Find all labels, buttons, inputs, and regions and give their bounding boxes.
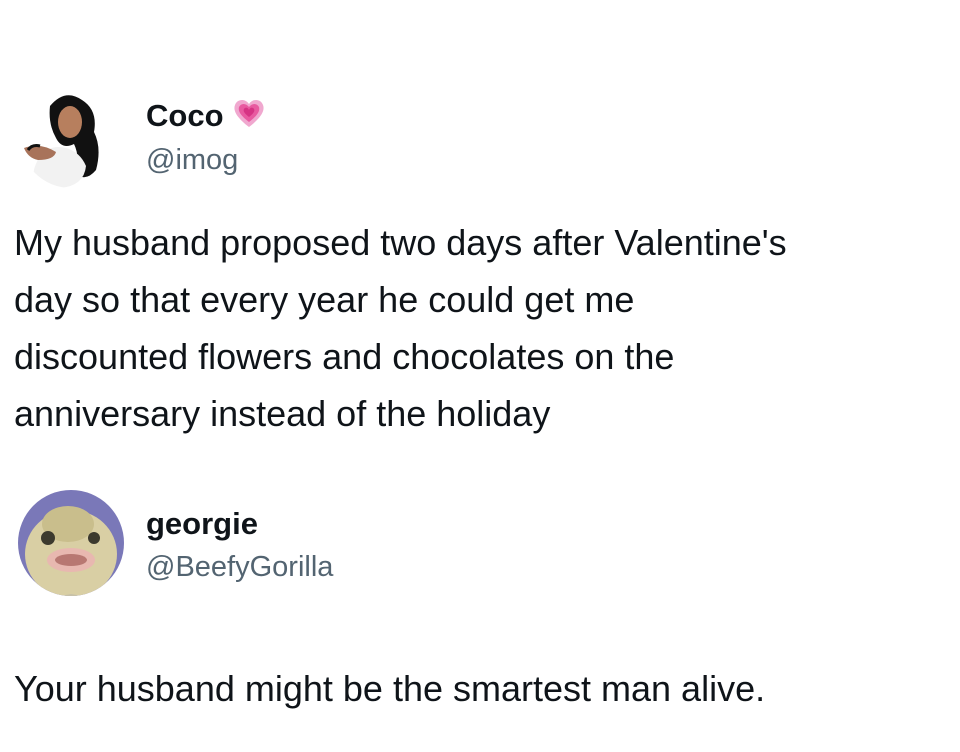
profile-photo-fish-icon bbox=[18, 490, 124, 596]
growing-heart-icon bbox=[232, 96, 266, 130]
display-name-georgie[interactable]: georgie bbox=[146, 506, 258, 542]
tweet-line: discounted flowers and chocolates on the bbox=[14, 336, 675, 377]
tweet-line: Your husband might be the smartest man a… bbox=[14, 668, 766, 709]
tweet-text-coco: My husband proposed two days after Valen… bbox=[14, 214, 944, 442]
handle-coco[interactable]: @imog bbox=[146, 143, 238, 177]
display-name-coco[interactable]: Coco bbox=[146, 98, 224, 134]
profile-photo-woman-icon bbox=[20, 86, 122, 188]
tweet-text-georgie: Your husband might be the smartest man a… bbox=[14, 660, 944, 717]
avatar-coco[interactable] bbox=[20, 86, 122, 188]
tweet-line: anniversary instead of the holiday bbox=[14, 393, 551, 434]
handle-georgie[interactable]: @BeefyGorilla bbox=[146, 550, 333, 584]
tweet-line: My husband proposed two days after Valen… bbox=[14, 222, 787, 263]
avatar-georgie[interactable] bbox=[18, 490, 124, 596]
tweet-line: day so that every year he could get me bbox=[14, 279, 635, 320]
